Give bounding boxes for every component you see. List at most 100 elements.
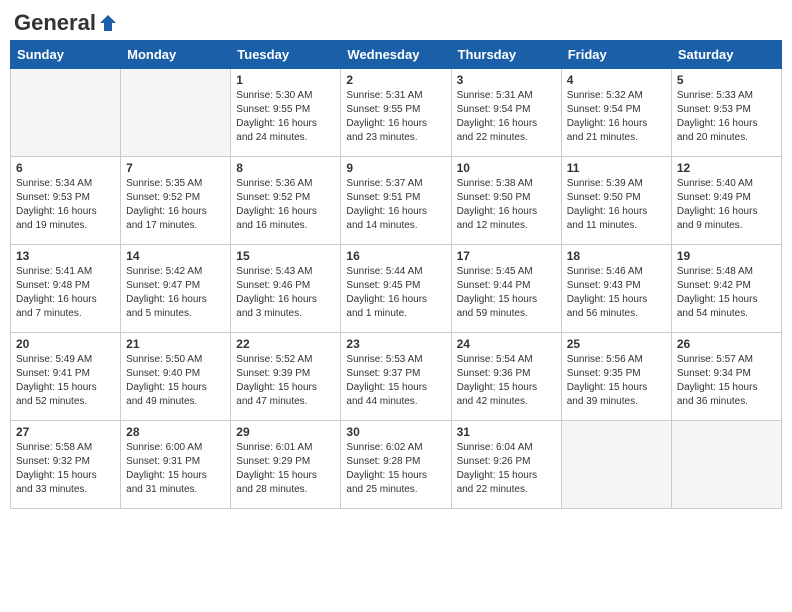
calendar-cell: 28 Sunrise: 6:00 AM Sunset: 9:31 PM Dayli… — [121, 421, 231, 509]
weekday-header-saturday: Saturday — [671, 41, 781, 69]
day-info: Sunrise: 5:46 AM Sunset: 9:43 PM Dayligh… — [567, 265, 666, 321]
day-info: Sunrise: 5:37 AM Sunset: 9:51 PM Dayligh… — [346, 177, 445, 233]
calendar-cell: 30Sunrise: 6:02 AM Sunset: 9:28 PM Dayli… — [341, 421, 451, 509]
day-info: Sunrise: 5:50 AM Sunset: 9:40 PM Dayligh… — [126, 353, 225, 409]
calendar: SundayMondayTuesdayWednesdayThursdayFrid… — [10, 40, 782, 509]
day-info: Sunrise: 5:38 AM Sunset: 9:50 PM Dayligh… — [457, 177, 556, 233]
day-info: Sunrise: 5:39 AM Sunset: 9:50 PM Dayligh… — [567, 177, 666, 233]
calendar-cell: 29Sunrise: 6:01 AM Sunset: 9:29 PM Dayli… — [231, 421, 341, 509]
calendar-cell: 12 Sunrise: 5:40 AM Sunset: 9:49 PM Dayli… — [671, 157, 781, 245]
calendar-cell: 17 Sunrise: 5:45 AM Sunset: 9:44 PM Dayli… — [451, 245, 561, 333]
day-number: 8 — [236, 161, 335, 175]
day-info: Sunrise: 5:35 AM Sunset: 9:52 PM Dayligh… — [126, 177, 225, 233]
day-number: 4 — [567, 73, 666, 87]
day-number: 3 — [457, 73, 556, 87]
calendar-cell: 3Sunrise: 5:31 AM Sunset: 9:54 PM Daylig… — [451, 69, 561, 157]
day-info: Sunrise: 5:41 AM Sunset: 9:48 PM Dayligh… — [16, 265, 115, 321]
day-number: 5 — [677, 73, 776, 87]
calendar-cell: 6Sunrise: 5:34 AM Sunset: 9:53 PM Daylig… — [11, 157, 121, 245]
day-info: Sunrise: 5:40 AM Sunset: 9:49 PM Dayligh… — [677, 177, 776, 233]
day-number: 27 — [16, 425, 115, 439]
calendar-cell: 21 Sunrise: 5:50 AM Sunset: 9:40 PM Dayli… — [121, 333, 231, 421]
logo-icon — [98, 13, 118, 33]
day-info: Sunrise: 6:00 AM Sunset: 9:31 PM Dayligh… — [126, 441, 225, 497]
week-row-3: 13 Sunrise: 5:41 AM Sunset: 9:48 PM Dayli… — [11, 245, 782, 333]
weekday-header-sunday: Sunday — [11, 41, 121, 69]
calendar-cell: 13 Sunrise: 5:41 AM Sunset: 9:48 PM Dayli… — [11, 245, 121, 333]
day-number: 17 — [457, 249, 556, 263]
calendar-cell: 2Sunrise: 5:31 AM Sunset: 9:55 PM Daylig… — [341, 69, 451, 157]
day-number: 11 — [567, 161, 666, 175]
day-info: Sunrise: 5:57 AM Sunset: 9:34 PM Dayligh… — [677, 353, 776, 409]
calendar-cell: 23 Sunrise: 5:53 AM Sunset: 9:37 PM Dayli… — [341, 333, 451, 421]
calendar-cell: 19Sunrise: 5:48 AM Sunset: 9:42 PM Dayli… — [671, 245, 781, 333]
calendar-cell: 14 Sunrise: 5:42 AM Sunset: 9:47 PM Dayli… — [121, 245, 231, 333]
day-number: 1 — [236, 73, 335, 87]
calendar-cell: 7 Sunrise: 5:35 AM Sunset: 9:52 PM Daylig… — [121, 157, 231, 245]
weekday-header-monday: Monday — [121, 41, 231, 69]
calendar-cell: 10 Sunrise: 5:38 AM Sunset: 9:50 PM Dayli… — [451, 157, 561, 245]
week-row-4: 20Sunrise: 5:49 AM Sunset: 9:41 PM Dayli… — [11, 333, 782, 421]
calendar-cell — [11, 69, 121, 157]
day-info: Sunrise: 6:04 AM Sunset: 9:26 PM Dayligh… — [457, 441, 556, 497]
day-number: 13 — [16, 249, 115, 263]
day-number: 21 — [126, 337, 225, 351]
weekday-header-wednesday: Wednesday — [341, 41, 451, 69]
calendar-cell: 16Sunrise: 5:44 AM Sunset: 9:45 PM Dayli… — [341, 245, 451, 333]
day-info: Sunrise: 5:33 AM Sunset: 9:53 PM Dayligh… — [677, 89, 776, 145]
weekday-header-row: SundayMondayTuesdayWednesdayThursdayFrid… — [11, 41, 782, 69]
calendar-cell: 1 Sunrise: 5:30 AM Sunset: 9:55 PM Daylig… — [231, 69, 341, 157]
day-number: 22 — [236, 337, 335, 351]
day-info: Sunrise: 5:54 AM Sunset: 9:36 PM Dayligh… — [457, 353, 556, 409]
calendar-cell: 27 Sunrise: 5:58 AM Sunset: 9:32 PM Dayli… — [11, 421, 121, 509]
calendar-cell: 31Sunrise: 6:04 AM Sunset: 9:26 PM Dayli… — [451, 421, 561, 509]
calendar-cell: 4Sunrise: 5:32 AM Sunset: 9:54 PM Daylig… — [561, 69, 671, 157]
calendar-cell: 15 Sunrise: 5:43 AM Sunset: 9:46 PM Dayli… — [231, 245, 341, 333]
calendar-cell: 25 Sunrise: 5:56 AM Sunset: 9:35 PM Dayli… — [561, 333, 671, 421]
day-number: 19 — [677, 249, 776, 263]
week-row-1: 1 Sunrise: 5:30 AM Sunset: 9:55 PM Daylig… — [11, 69, 782, 157]
day-info: Sunrise: 5:53 AM Sunset: 9:37 PM Dayligh… — [346, 353, 445, 409]
day-number: 18 — [567, 249, 666, 263]
day-info: Sunrise: 5:43 AM Sunset: 9:46 PM Dayligh… — [236, 265, 335, 321]
week-row-5: 27 Sunrise: 5:58 AM Sunset: 9:32 PM Dayli… — [11, 421, 782, 509]
day-number: 9 — [346, 161, 445, 175]
day-number: 25 — [567, 337, 666, 351]
day-info: Sunrise: 5:52 AM Sunset: 9:39 PM Dayligh… — [236, 353, 335, 409]
weekday-header-friday: Friday — [561, 41, 671, 69]
day-number: 15 — [236, 249, 335, 263]
calendar-cell — [121, 69, 231, 157]
day-info: Sunrise: 5:42 AM Sunset: 9:47 PM Dayligh… — [126, 265, 225, 321]
day-number: 14 — [126, 249, 225, 263]
day-info: Sunrise: 6:02 AM Sunset: 9:28 PM Dayligh… — [346, 441, 445, 497]
calendar-cell: 20Sunrise: 5:49 AM Sunset: 9:41 PM Dayli… — [11, 333, 121, 421]
day-number: 26 — [677, 337, 776, 351]
day-number: 28 — [126, 425, 225, 439]
day-info: Sunrise: 5:36 AM Sunset: 9:52 PM Dayligh… — [236, 177, 335, 233]
calendar-cell: 22 Sunrise: 5:52 AM Sunset: 9:39 PM Dayli… — [231, 333, 341, 421]
calendar-cell: 26 Sunrise: 5:57 AM Sunset: 9:34 PM Dayli… — [671, 333, 781, 421]
day-info: Sunrise: 5:45 AM Sunset: 9:44 PM Dayligh… — [457, 265, 556, 321]
calendar-cell: 5 Sunrise: 5:33 AM Sunset: 9:53 PM Daylig… — [671, 69, 781, 157]
day-info: Sunrise: 5:56 AM Sunset: 9:35 PM Dayligh… — [567, 353, 666, 409]
calendar-cell: 8 Sunrise: 5:36 AM Sunset: 9:52 PM Daylig… — [231, 157, 341, 245]
day-number: 20 — [16, 337, 115, 351]
calendar-cell: 18 Sunrise: 5:46 AM Sunset: 9:43 PM Dayli… — [561, 245, 671, 333]
day-number: 24 — [457, 337, 556, 351]
week-row-2: 6Sunrise: 5:34 AM Sunset: 9:53 PM Daylig… — [11, 157, 782, 245]
calendar-cell: 11 Sunrise: 5:39 AM Sunset: 9:50 PM Dayli… — [561, 157, 671, 245]
day-number: 2 — [346, 73, 445, 87]
day-info: Sunrise: 5:30 AM Sunset: 9:55 PM Dayligh… — [236, 89, 335, 145]
day-number: 7 — [126, 161, 225, 175]
day-info: Sunrise: 5:44 AM Sunset: 9:45 PM Dayligh… — [346, 265, 445, 321]
page-header: General — [10, 10, 782, 32]
day-number: 23 — [346, 337, 445, 351]
day-number: 12 — [677, 161, 776, 175]
day-number: 10 — [457, 161, 556, 175]
calendar-cell: 9 Sunrise: 5:37 AM Sunset: 9:51 PM Daylig… — [341, 157, 451, 245]
calendar-cell — [561, 421, 671, 509]
day-info: Sunrise: 5:58 AM Sunset: 9:32 PM Dayligh… — [16, 441, 115, 497]
logo-general: General — [14, 10, 96, 36]
weekday-header-thursday: Thursday — [451, 41, 561, 69]
logo: General — [14, 10, 118, 32]
